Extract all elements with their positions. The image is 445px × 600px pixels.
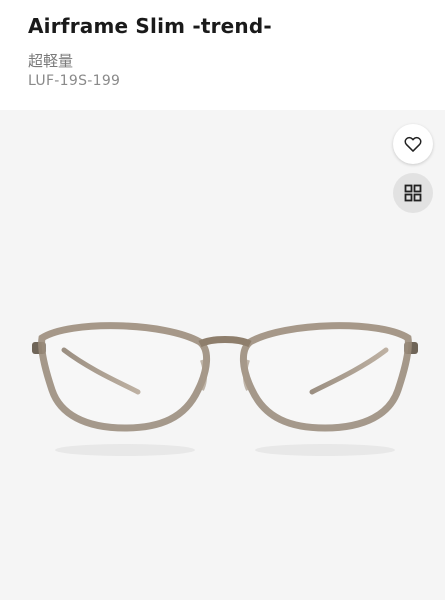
product-header: Airframe Slim -trend- 超軽量 LUF-19S-199 [0, 0, 445, 110]
product-title: Airframe Slim -trend- [28, 14, 272, 38]
eyeglasses-product-image [32, 322, 418, 456]
product-sku: LUF-19S-199 [28, 73, 121, 89]
grid-icon [404, 184, 422, 202]
gallery-grid-button[interactable] [393, 173, 433, 213]
product-subtitle: 超軽量 [28, 52, 74, 70]
favorite-button[interactable] [393, 124, 433, 164]
heart-outline-icon [404, 136, 422, 152]
